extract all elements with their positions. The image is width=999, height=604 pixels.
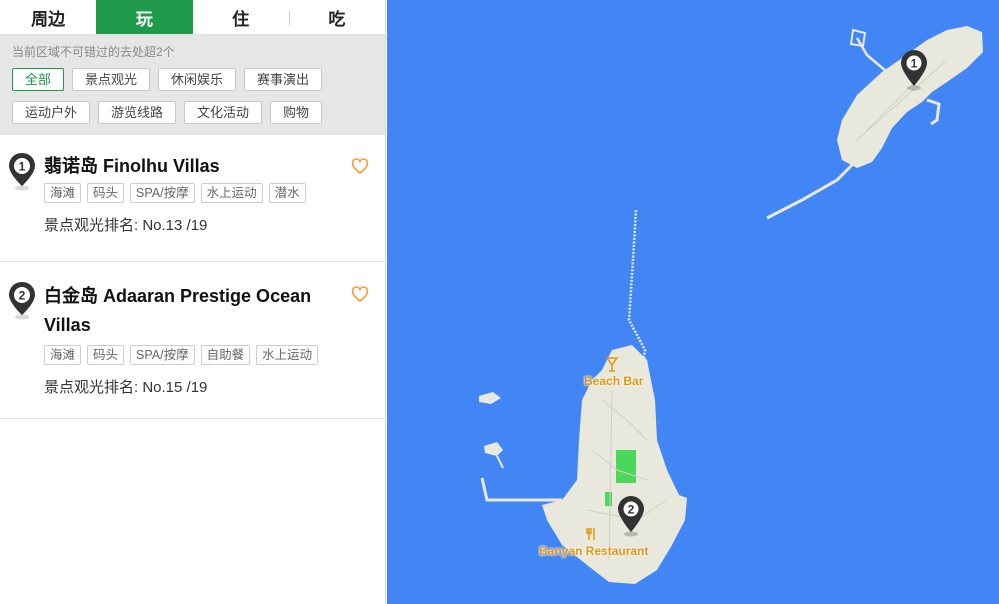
rank-value: No.15 /19 <box>142 379 208 396</box>
islet-1 <box>479 392 501 404</box>
result-item[interactable]: 1 翡诺岛 Finolhu Villas 海滩 码头 SPA/按摩 水上运动 潜… <box>0 135 385 262</box>
filter-chip-tour-routes[interactable]: 游览线路 <box>98 101 177 124</box>
pin-number: 1 <box>19 160 26 174</box>
category-tabs: 周边 玩 住 吃 <box>0 0 385 35</box>
tag[interactable]: 码头 <box>87 183 125 203</box>
tag[interactable]: 自助餐 <box>200 345 251 365</box>
tab-nearby[interactable]: 周边 <box>0 0 96 34</box>
marker-number: 1 <box>911 57 918 71</box>
rank-label: 景点观光排名: <box>44 379 139 396</box>
jetty-south <box>480 477 562 502</box>
map-pin-icon: 1 <box>9 153 35 191</box>
pier-small <box>926 98 941 126</box>
rank-value: No.13 /19 <box>142 217 208 234</box>
favorite-heart-icon[interactable] <box>351 286 369 302</box>
tag[interactable]: SPA/按摩 <box>130 345 195 365</box>
favorite-heart-icon[interactable] <box>351 158 369 174</box>
map-layer: 1 2 <box>479 26 983 584</box>
filter-chips: 全部 景点观光 休闲娱乐 赛事演出 运动户外 游览线路 文化活动 购物 <box>12 68 375 134</box>
result-title[interactable]: 翡诺岛 Finolhu Villas <box>44 154 344 178</box>
filter-chip-leisure[interactable]: 休闲娱乐 <box>158 68 237 91</box>
tag[interactable]: 潜水 <box>268 183 306 203</box>
result-item[interactable]: 2 白金岛 Adaaran Prestige Ocean Villas 海滩 码… <box>0 262 385 419</box>
filter-chip-sightseeing[interactable]: 景点观光 <box>72 68 151 91</box>
tag[interactable]: 海滩 <box>44 183 82 203</box>
islet-3 <box>496 455 504 469</box>
tag[interactable]: SPA/按摩 <box>130 183 195 203</box>
rank-line: 景点观光排名: No.13 /19 <box>44 214 385 235</box>
filter-hint: 当前区域不可错过的去处超2个 <box>12 45 175 59</box>
tag[interactable]: 码头 <box>87 345 125 365</box>
park-area-small <box>605 492 612 506</box>
result-tags: 海滩 码头 SPA/按摩 水上运动 潜水 <box>44 183 385 203</box>
map-pin-icon: 2 <box>9 282 35 320</box>
tag[interactable]: 水上运动 <box>256 345 319 365</box>
rank-label: 景点观光排名: <box>44 217 139 234</box>
rank-line: 景点观光排名: No.15 /19 <box>44 376 385 397</box>
map-canvas[interactable]: 1 2 Beach Bar Banyan Restaurant <box>387 0 999 604</box>
filter-area: 当前区域不可错过的去处超2个 全部 景点观光 休闲娱乐 赛事演出 运动户外 游览… <box>0 35 385 135</box>
result-tags: 海滩 码头 SPA/按摩 自助餐 水上运动 <box>44 345 385 365</box>
tag[interactable]: 水上运动 <box>200 183 263 203</box>
tab-eat[interactable]: 吃 <box>288 0 385 34</box>
side-panel: 周边 玩 住 吃 当前区域不可错过的去处超2个 全部 景点观光 休闲娱乐 赛事演… <box>0 0 386 604</box>
filter-chip-events[interactable]: 赛事演出 <box>244 68 323 91</box>
filter-chip-culture[interactable]: 文化活动 <box>184 101 263 124</box>
tab-stay[interactable]: 住 <box>193 0 289 34</box>
islet-2 <box>484 442 503 456</box>
jetty-north <box>766 158 859 220</box>
filter-chip-all[interactable]: 全部 <box>12 68 65 91</box>
tag[interactable]: 海滩 <box>44 345 82 365</box>
result-title[interactable]: 白金岛 Adaaran Prestige Ocean Villas <box>44 282 344 340</box>
pin-number: 2 <box>19 289 26 303</box>
marker-number: 2 <box>628 503 635 517</box>
poi-label-beach-bar[interactable]: Beach Bar <box>584 374 643 388</box>
tab-play[interactable]: 玩 <box>96 0 193 34</box>
poi-label-restaurant[interactable]: Banyan Restaurant <box>539 544 648 558</box>
filter-chip-shopping[interactable]: 购物 <box>270 101 323 124</box>
filter-chip-outdoor[interactable]: 运动户外 <box>12 101 91 124</box>
island-north <box>837 26 983 168</box>
park-area <box>616 450 636 483</box>
